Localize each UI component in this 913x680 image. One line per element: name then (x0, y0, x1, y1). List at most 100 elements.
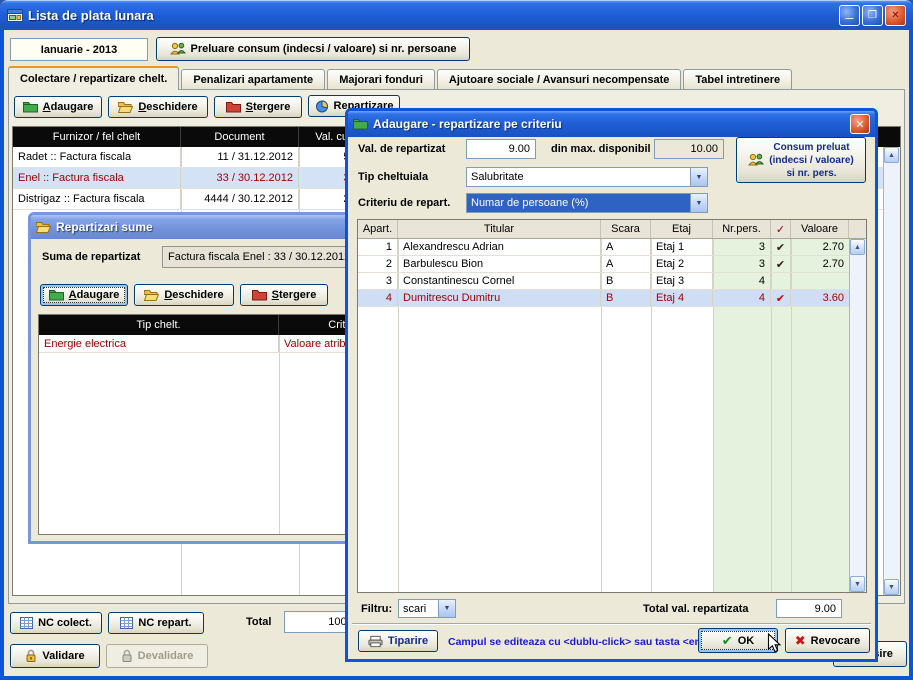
col-filler (849, 220, 866, 238)
apartamente-vscrollbar[interactable]: ▲ ▼ (849, 239, 866, 592)
cell-nr-pers: 4 (713, 273, 771, 289)
table-icon (120, 617, 133, 629)
preluare-consum-button[interactable]: Preluare consum (indecsi / valoare) si n… (156, 37, 470, 61)
tab-bar: Colectare / repartizare chelt. Penalizar… (8, 66, 792, 90)
close-button[interactable]: ✕ (885, 5, 906, 26)
tip-cheltuiala-select[interactable]: Salubritate ▼ (466, 167, 708, 187)
rep-stergere-label: Stergere (272, 289, 317, 301)
cell-tip-chelt: Energie electrica (39, 335, 279, 352)
val-repartizat-input[interactable]: 9.00 (466, 139, 536, 159)
revocare-button[interactable]: ✖ Revocare (785, 628, 870, 653)
rep-adaugare-button[interactable]: Adaugare (40, 284, 128, 306)
main-titlebar[interactable]: Lista de plata lunara — ❐ ✕ (0, 0, 913, 30)
apartament-row-3[interactable]: 3 Constantinescu Cornel B Etaj 3 4 (358, 273, 849, 290)
period-field[interactable]: Ianuarie - 2013 (10, 38, 148, 61)
cell-etaj: Etaj 1 (651, 239, 713, 255)
deschidere-button[interactable]: Deschidere (108, 96, 208, 118)
cell-titular: Alexandrescu Adrian (398, 239, 601, 255)
chevron-down-icon[interactable]: ▼ (438, 600, 455, 617)
filtru-label: Filtru: (361, 599, 392, 619)
criteriu-repart-value: Numar de persoane (%) (467, 194, 690, 212)
minimize-button[interactable]: — (839, 5, 860, 26)
edit-hint-text: Campul se editeaza cu <dublu-click> sau … (448, 636, 721, 648)
col-titular: Titular (398, 220, 601, 238)
rep-stergere-button[interactable]: Stergere (240, 284, 328, 306)
dialog-close-button[interactable]: ✕ (850, 114, 870, 134)
cell-etaj: Etaj 4 (651, 290, 713, 306)
cell-apart: 4 (358, 290, 398, 306)
scroll-down-button[interactable]: ▼ (884, 579, 899, 595)
apartament-row-1[interactable]: 1 Alexandrescu Adrian A Etaj 1 3 ✔ 2.70 (358, 239, 849, 256)
apartamente-grid-body: 1 Alexandrescu Adrian A Etaj 1 3 ✔ 2.70 … (358, 239, 849, 592)
cell-scara: A (601, 239, 651, 255)
tab-colectare-repartizare[interactable]: Colectare / repartizare chelt. (8, 66, 179, 90)
nc-colect-button[interactable]: NC colect. (10, 612, 102, 634)
max-disponibil-label: din max. disponibil (551, 139, 651, 159)
preluare-consum-label: Preluare consum (indecsi / valoare) si n… (191, 43, 457, 55)
col-tip-chelt: Tip chelt. (39, 315, 279, 335)
filtru-select[interactable]: scari ▼ (398, 599, 456, 618)
devalidare-label: Devalidare (138, 650, 194, 662)
pie-chart-icon (315, 100, 329, 113)
col-apart: Apart. (358, 220, 398, 238)
devalidare-button[interactable]: Devalidare (106, 644, 208, 668)
consum-preluat-label: Consum preluat (indecsi / valoare) si nr… (769, 141, 853, 180)
maximize-button[interactable]: ❐ (862, 5, 883, 26)
scroll-down-button[interactable]: ▼ (850, 576, 865, 592)
cell-check[interactable] (771, 273, 791, 289)
rep-adaugare-label: Adaugare (69, 289, 120, 301)
people-icon (748, 153, 764, 167)
stergere-button[interactable]: Stergere (214, 96, 302, 118)
close-icon: ✕ (855, 118, 864, 131)
cell-check[interactable]: ✔ (771, 239, 791, 255)
filtru-value: scari (399, 600, 438, 617)
apartament-row-2[interactable]: 2 Barbulescu Bion A Etaj 2 3 ✔ 2.70 (358, 256, 849, 273)
cell-scara: B (601, 273, 651, 289)
cell-check[interactable]: ✔ (771, 290, 791, 306)
folder-green-icon (23, 101, 38, 113)
check-icon: ✔ (722, 633, 733, 649)
cell-apart: 2 (358, 256, 398, 272)
adaugare-button[interactable]: Adaugare (14, 96, 102, 118)
cell-valoare: 3.60 (791, 290, 849, 306)
dialog-titlebar[interactable]: Adaugare - repartizare pe criteriu ✕ (348, 111, 875, 137)
nc-repart-button[interactable]: NC repart. (108, 612, 204, 634)
window-controls: — ❐ ✕ (839, 5, 906, 26)
scroll-up-icon: ▲ (888, 152, 895, 159)
scroll-down-icon: ▼ (888, 584, 895, 591)
cell-furnizor: Distrigaz :: Factura fiscala (13, 189, 181, 209)
rep-deschidere-button[interactable]: Deschidere (134, 284, 234, 306)
ok-button[interactable]: ✔ OK (698, 628, 778, 653)
scroll-up-icon: ▲ (854, 244, 861, 251)
col-check: ✓ (771, 220, 791, 238)
chevron-down-icon[interactable]: ▼ (690, 194, 707, 212)
tiparire-button[interactable]: Tiparire (358, 630, 438, 652)
tab-majorari[interactable]: Majorari fonduri (327, 69, 435, 90)
tab-penalizari[interactable]: Penalizari apartamente (181, 69, 325, 90)
rep-deschidere-label: Deschidere (164, 289, 223, 301)
apartament-row-4-selected[interactable]: 4 Dumitrescu Dumitru B Etaj 4 4 ✔ 3.60 (358, 290, 849, 307)
printer-icon (368, 635, 383, 648)
table-icon (20, 617, 33, 629)
stergere-label: Stergere (246, 101, 291, 113)
consum-preluat-button[interactable]: Consum preluat (indecsi / valoare) si nr… (736, 137, 866, 183)
col-furnizor: Furnizor / fel chelt (13, 127, 181, 147)
cell-check[interactable]: ✔ (771, 256, 791, 272)
scroll-down-icon: ▼ (854, 581, 861, 588)
cell-scara: B (601, 290, 651, 306)
tab-tabel-intretinere[interactable]: Tabel intretinere (683, 69, 792, 90)
validare-button[interactable]: Validare (10, 644, 100, 668)
scroll-up-button[interactable]: ▲ (850, 239, 865, 255)
scroll-up-button[interactable]: ▲ (884, 147, 899, 163)
grid-line (279, 335, 280, 534)
cell-furnizor: Enel :: Factura fiscala (13, 168, 181, 188)
folder-open-icon (36, 221, 51, 233)
criteriu-repart-select[interactable]: Numar de persoane (%) ▼ (466, 193, 708, 213)
chevron-down-icon[interactable]: ▼ (690, 168, 707, 186)
folder-open-icon (144, 289, 159, 301)
app-icon (7, 8, 23, 23)
cell-titular: Constantinescu Cornel (398, 273, 601, 289)
revocare-label: Revocare (811, 635, 861, 647)
tab-ajutoare[interactable]: Ajutoare sociale / Avansuri necompensate (437, 69, 681, 90)
cheltuieli-vscrollbar[interactable]: ▲ ▼ (883, 147, 900, 595)
